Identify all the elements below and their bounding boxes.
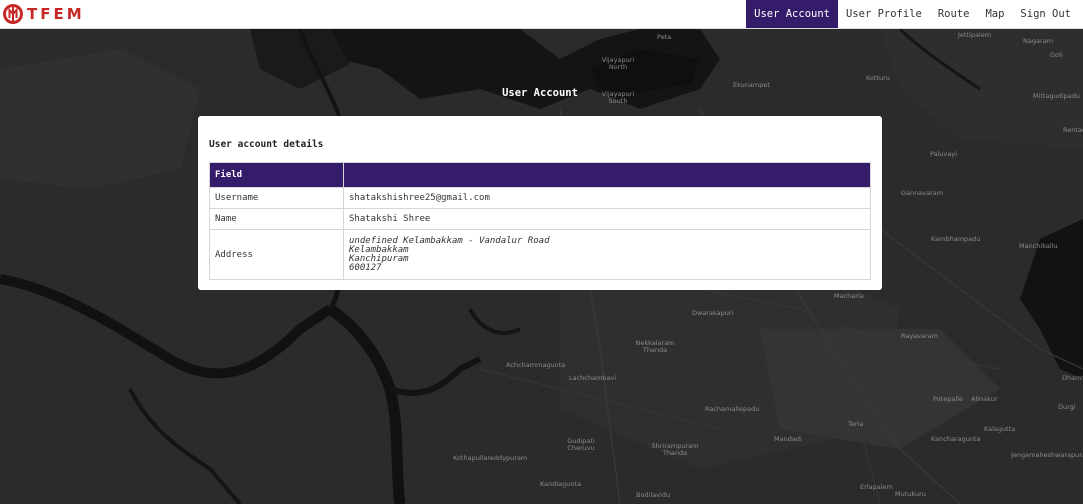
address-value: undefined Kelambakkam - Vandalur Road Ke… — [343, 229, 871, 280]
column-header-value — [343, 162, 871, 188]
map-label: Durgi — [1058, 403, 1076, 411]
nav-sign-out[interactable]: Sign Out — [1012, 0, 1079, 28]
map-label: Vijayapuri North — [601, 56, 635, 71]
map-label: Achchammagunta — [506, 361, 566, 369]
map-label: Nekkalaram Thanda — [635, 339, 675, 354]
map-label: Gannavaram — [901, 189, 944, 197]
map-label: Jengamaheshwarapuram — [1011, 452, 1083, 459]
map-label: Dharmavaram — [1062, 375, 1083, 382]
map-label: Lachchambavi — [569, 374, 617, 382]
map-label: Teria — [848, 420, 864, 428]
map-label: Kambhampadu — [931, 235, 981, 243]
top-navbar: TFEM User Account User Profile Route Map… — [0, 0, 1083, 29]
map-label: Paluvayi — [930, 150, 958, 158]
name-value: Shatakshi Shree — [343, 208, 871, 230]
table-header-row: Field — [209, 162, 871, 188]
field-label: Username — [209, 187, 344, 209]
address-line-district: Kanchipuram — [349, 254, 409, 264]
address-line-locality: Kelambakkam — [349, 245, 409, 255]
map-label: Gudipati Cheruvu — [567, 437, 595, 452]
map-label: Erlapalem — [860, 483, 893, 491]
field-label: Name — [209, 208, 344, 230]
nav-user-profile[interactable]: User Profile — [838, 0, 930, 28]
nav-user-account[interactable]: User Account — [746, 0, 838, 28]
brand[interactable]: TFEM — [2, 3, 85, 25]
map-label: Kotturu — [866, 74, 890, 82]
field-label: Address — [209, 229, 344, 280]
brand-name: TFEM — [27, 5, 85, 23]
map-label: Dwarakapuri — [692, 309, 734, 317]
map-label: Rayavaram — [901, 332, 939, 340]
map-label: Shrirampuram Thanda — [651, 442, 699, 457]
nav-route[interactable]: Route — [930, 0, 978, 28]
username-value: shatakshishree25@gmail.com — [343, 187, 871, 209]
map-label: Kalagutta — [984, 425, 1016, 433]
card-heading: User account details — [209, 139, 324, 150]
map-label: Mutukuru — [895, 490, 926, 498]
address-line-street: undefined Kelambakkam - Vandalur Road — [349, 236, 550, 246]
map-label: Kothapullareddypuram — [453, 454, 528, 462]
nav-menu: User Account User Profile Route Map Sign… — [746, 0, 1079, 28]
map-label: Manchikallu — [1019, 242, 1058, 250]
map-label: Potepalle — [933, 395, 963, 403]
table-row-name: Name Shatakshi Shree — [209, 208, 871, 230]
tfem-logo-icon — [3, 4, 23, 24]
map-label: Jettipalem — [958, 31, 992, 39]
map-label: Mandadi — [774, 435, 802, 443]
map-label: Rachamallepadu — [705, 405, 760, 413]
map-label: Goli — [1050, 51, 1063, 59]
nav-map[interactable]: Map — [977, 0, 1012, 28]
map-label: Rentachintala — [1063, 127, 1083, 134]
map-label: Peta — [657, 33, 672, 41]
map-label: Alinakur — [971, 395, 998, 403]
account-details-table: Field Username shatakshishree25@gmail.co… — [209, 162, 871, 280]
map-label: Macharla — [834, 292, 864, 300]
column-header-field: Field — [209, 162, 344, 188]
page-title: User Account — [502, 87, 578, 99]
account-details-card: User account details Field Username shat… — [198, 116, 882, 290]
map-label: Kancharagunta — [931, 435, 981, 443]
table-row-username: Username shatakshishree25@gmail.com — [209, 187, 871, 209]
map-label: Kandiagunta — [540, 480, 582, 488]
table-row-address: Address undefined Kelambakkam - Vandalur… — [209, 229, 871, 280]
address-line-pincode: 600127 — [349, 263, 382, 273]
map-label: Bodilavidu — [636, 491, 671, 499]
map-label: Nagaram — [1023, 37, 1053, 45]
